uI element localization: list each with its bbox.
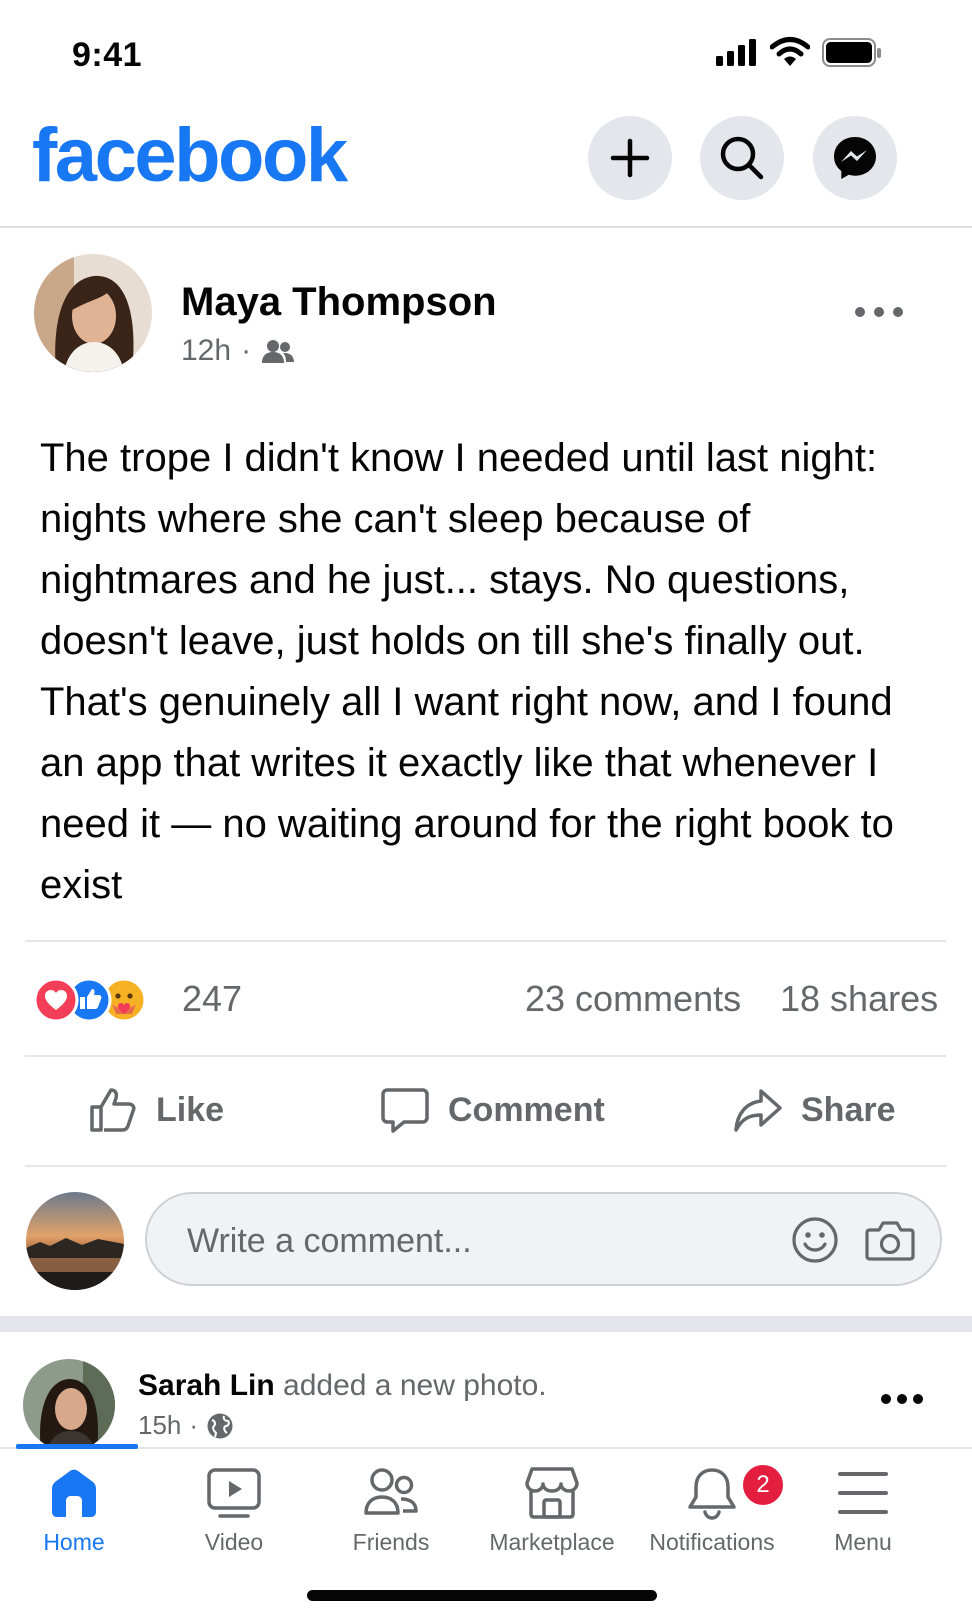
emoji-icon[interactable] (791, 1216, 839, 1264)
post-text: The trope I didn't know I needed until l… (40, 436, 894, 907)
post-author-name[interactable]: Maya Thompson (181, 280, 497, 325)
feed-separator (0, 1316, 972, 1332)
home-icon (52, 1469, 96, 1517)
home-indicator[interactable] (307, 1590, 657, 1601)
comment-icon (381, 1088, 429, 1133)
next-post-action: added a new photo. (283, 1369, 547, 1402)
video-icon (207, 1468, 261, 1518)
tab-video-label: Video (204, 1529, 264, 1555)
next-post-avatar[interactable] (23, 1359, 115, 1451)
share-button[interactable]: Share (733, 1070, 896, 1150)
search-icon (720, 136, 764, 180)
post-time[interactable]: 12h (181, 334, 231, 368)
tab-menu[interactable]: Menu (783, 1465, 943, 1556)
share-label: Share (801, 1090, 896, 1129)
post-more-icon[interactable] (854, 305, 904, 319)
comment-placeholder: Write a comment... (187, 1222, 472, 1260)
next-post-time[interactable]: 15h (138, 1410, 181, 1441)
next-post-author[interactable]: Sarah Lin (138, 1369, 275, 1402)
messenger-icon (834, 137, 876, 179)
share-icon (734, 1089, 782, 1132)
menu-icon (838, 1472, 888, 1514)
friends-icon[interactable] (261, 338, 295, 364)
actions-divider (25, 1165, 946, 1167)
post-divider (25, 940, 946, 942)
next-post-meta: 15h · (138, 1410, 234, 1441)
signal-icon (716, 39, 756, 66)
comment-button[interactable]: Comment (380, 1070, 605, 1150)
battery-icon (822, 38, 881, 67)
next-post-title: Sarah Lin added a new photo. (138, 1369, 547, 1403)
tab-home[interactable]: Home (0, 1465, 154, 1556)
search-button[interactable] (700, 116, 784, 200)
current-user-avatar[interactable] (26, 1192, 124, 1290)
tab-home-label: Home (43, 1529, 105, 1555)
tab-marketplace[interactable]: Marketplace (472, 1465, 632, 1556)
reaction-count[interactable]: 247 (182, 978, 242, 1020)
shares-count[interactable]: 18 shares (780, 978, 938, 1020)
tab-marketplace-label: Marketplace (489, 1529, 615, 1555)
meta-separator: · (189, 1410, 199, 1440)
header-divider (0, 226, 972, 228)
notifications-badge: 2 (740, 1462, 786, 1508)
reaction-icons[interactable] (34, 976, 174, 1024)
marketplace-icon (525, 1467, 579, 1519)
status-time: 9:41 (72, 36, 143, 74)
like-button[interactable]: Like (88, 1070, 224, 1150)
messenger-button[interactable] (813, 116, 897, 200)
tab-menu-label: Menu (834, 1529, 892, 1555)
like-label: Like (156, 1090, 225, 1129)
globe-icon[interactable] (206, 1412, 234, 1440)
tab-video[interactable]: Video (154, 1465, 314, 1556)
comment-input[interactable]: Write a comment... (145, 1192, 942, 1286)
tab-notifications-label: Notifications (649, 1529, 775, 1555)
comment-label: Comment (448, 1090, 605, 1129)
tab-friends[interactable]: Friends (311, 1465, 471, 1556)
facebook-logo[interactable]: facebook (32, 118, 348, 194)
active-tab-indicator (16, 1444, 138, 1449)
friends-icon (364, 1468, 418, 1515)
meta-separator: · (241, 334, 252, 367)
create-button[interactable] (588, 116, 672, 200)
post-meta: 12h · (181, 334, 295, 368)
like-icon (90, 1088, 136, 1132)
reactions-divider (25, 1055, 946, 1057)
plus-icon (610, 138, 650, 178)
wifi-icon (770, 37, 810, 66)
bell-icon (688, 1468, 736, 1520)
author-avatar[interactable] (34, 254, 152, 372)
tab-friends-label: Friends (352, 1529, 430, 1555)
next-post-more-icon[interactable] (880, 1392, 924, 1406)
comments-count[interactable]: 23 comments (525, 978, 741, 1020)
camera-icon[interactable] (865, 1216, 915, 1264)
